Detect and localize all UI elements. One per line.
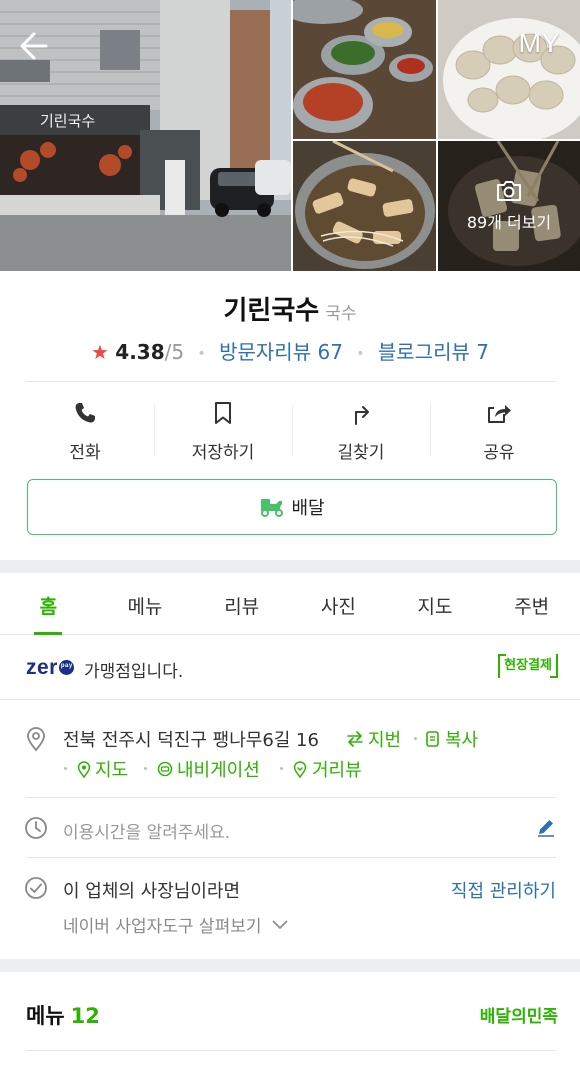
directions-label: 길찾기 [337, 443, 385, 463]
section-gap [0, 959, 580, 972]
action-bar: 전화 저장하기 길찾기 공유 [16, 396, 568, 470]
more-photos-button[interactable]: 89개 더보기 [438, 141, 580, 271]
more-photos-label: 89개 더보기 [466, 213, 552, 232]
navigation-car-icon [157, 761, 173, 777]
separator-dot [144, 767, 147, 770]
my-page-button[interactable]: MY [519, 28, 561, 59]
zeropay-text: 가맹점입니다. [84, 662, 184, 682]
rating-row: ★ 4.38/5 • 방문자리뷰 67 • 블로그리뷰 7 [0, 336, 580, 365]
back-button[interactable] [16, 26, 56, 66]
call-button[interactable]: 전화 [16, 396, 154, 470]
navigation-link[interactable]: 내비게이션 [157, 756, 260, 782]
directions-button[interactable]: 길찾기 [292, 396, 430, 470]
star-icon: ★ [91, 340, 109, 364]
food-photo-dumplings[interactable] [438, 0, 580, 139]
separator-dot: • [197, 345, 206, 362]
tab-home[interactable]: 홈 [0, 573, 97, 635]
street-view-label: 거리뷰 [312, 760, 362, 781]
photo-gallery[interactable]: 기린국수 MY 89개 더보기 [0, 0, 580, 271]
zeropay-row: zer 가맹점입니다. 현장결제 [0, 636, 580, 700]
back-arrow-icon [20, 32, 48, 60]
clock-icon [25, 817, 47, 839]
tab-menu[interactable]: 메뉴 [97, 573, 194, 634]
zeropay-logo-text: zer [26, 656, 58, 679]
food-photo-side-dishes[interactable] [293, 0, 436, 139]
business-tools-toggle[interactable]: 네이버 사업자도구 살펴보기 [63, 912, 288, 937]
menu-title: 메뉴 [26, 1004, 65, 1028]
chevron-down-icon [271, 919, 288, 929]
separator-dot: • [356, 345, 365, 362]
share-label: 공유 [483, 443, 515, 463]
zeropay-mark-icon [58, 660, 74, 675]
navigation-label: 내비게이션 [177, 760, 260, 781]
tab-reviews[interactable]: 리뷰 [193, 573, 290, 634]
swap-arrows-icon [347, 731, 363, 747]
food-photo-hotpot[interactable] [293, 141, 436, 271]
menu-count: 12 [70, 1004, 100, 1028]
separator-dot [64, 767, 67, 770]
address-text: 전북 전주시 덕진구 팽나무6길 16 [63, 730, 319, 751]
jibun-label: 지번 [368, 730, 402, 751]
storefront-sign-text: 기린국수 [40, 112, 95, 130]
delivery-scooter-icon [261, 499, 284, 517]
place-category: 국수 [325, 304, 357, 324]
share-button[interactable]: 공유 [430, 396, 568, 470]
jibun-toggle[interactable]: 지번 [346, 726, 401, 752]
tab-nearby[interactable]: 주변 [483, 573, 580, 634]
tab-bar: 홈 메뉴 리뷰 사진 지도 주변 [0, 573, 580, 635]
save-button[interactable]: 저장하기 [154, 396, 292, 470]
map-link[interactable]: 지도 [77, 756, 128, 782]
copy-address-button[interactable]: 복사 [425, 726, 478, 752]
location-pin-icon [27, 727, 45, 752]
street-view-pin-icon [293, 760, 307, 778]
owner-prompt: 이 업체의 사장님이라면 [63, 881, 241, 902]
delivery-button[interactable]: 배달 [27, 479, 557, 535]
rating-scale: /5 [164, 340, 185, 364]
menu-section-title: 메뉴 12 [26, 1000, 100, 1030]
blog-reviews-link[interactable]: 블로그리뷰 7 [378, 340, 489, 364]
map-pin-icon [77, 760, 91, 778]
place-name: 기린국수 [223, 296, 320, 326]
edit-pencil-icon[interactable] [536, 817, 556, 837]
hours-prompt[interactable]: 이용시간을 알려주세요. [63, 818, 230, 843]
save-label: 저장하기 [191, 443, 255, 463]
check-circle-icon [25, 877, 47, 899]
street-view-link[interactable]: 거리뷰 [292, 756, 362, 782]
copy-label: 복사 [445, 730, 479, 751]
camera-icon [497, 181, 521, 201]
delivery-label: 배달 [291, 498, 325, 519]
divider [26, 797, 556, 798]
phone-icon [75, 403, 95, 423]
tab-photos[interactable]: 사진 [290, 573, 387, 634]
bookmark-icon [215, 402, 231, 424]
divider [26, 857, 556, 858]
divider [26, 1050, 556, 1051]
menu-source-link[interactable]: 배달의민족 [480, 1002, 558, 1027]
zeropay-logo: zer [26, 656, 74, 680]
section-gap [0, 560, 580, 573]
rating-score: 4.38 [115, 340, 165, 364]
manage-directly-link[interactable]: 직접 관리하기 [451, 877, 556, 903]
copy-icon [426, 731, 439, 747]
business-tools-label: 네이버 사업자도구 살펴보기 [63, 917, 262, 937]
place-title-row: 기린국수 국수 [0, 290, 580, 327]
map-label: 지도 [95, 760, 129, 781]
divider [26, 381, 556, 382]
visitor-reviews-link[interactable]: 방문자리뷰 67 [219, 340, 343, 364]
call-label: 전화 [69, 443, 101, 463]
separator-dot [414, 737, 417, 740]
tab-map[interactable]: 지도 [387, 573, 484, 634]
share-icon [488, 405, 511, 423]
separator-dot [280, 767, 283, 770]
directions-icon [355, 406, 369, 425]
onsite-payment-badge: 현장결제 [498, 654, 558, 678]
